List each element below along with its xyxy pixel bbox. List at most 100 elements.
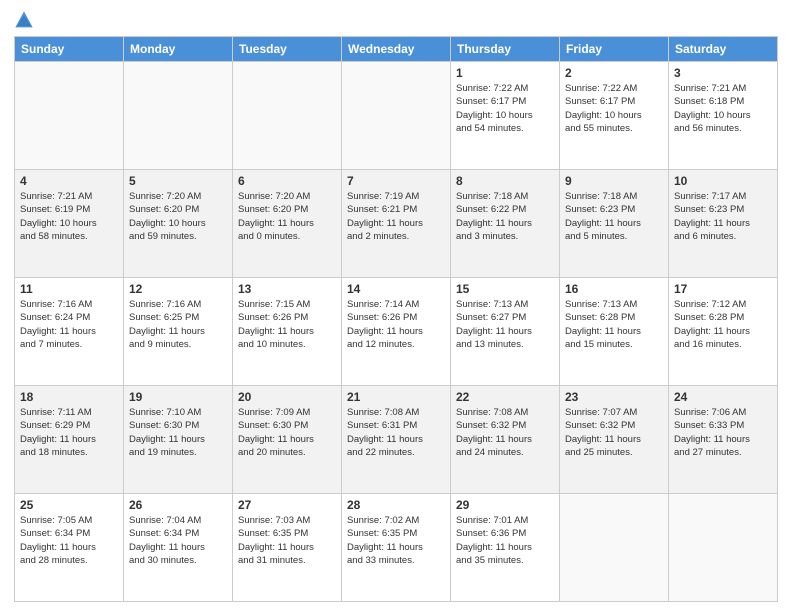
day-info: Sunrise: 7:12 AM Sunset: 6:28 PM Dayligh… xyxy=(674,298,772,351)
calendar-cell xyxy=(124,62,233,170)
calendar-cell: 11 Sunrise: 7:16 AM Sunset: 6:24 PM Dayli… xyxy=(15,278,124,386)
day-info: Sunrise: 7:13 AM Sunset: 6:28 PM Dayligh… xyxy=(565,298,663,351)
day-info: Sunrise: 7:10 AM Sunset: 6:30 PM Dayligh… xyxy=(129,406,227,459)
day-number: 11 xyxy=(20,282,118,296)
col-header-sunday: Sunday xyxy=(15,37,124,62)
day-info: Sunrise: 7:08 AM Sunset: 6:31 PM Dayligh… xyxy=(347,406,445,459)
day-info: Sunrise: 7:05 AM Sunset: 6:34 PM Dayligh… xyxy=(20,514,118,567)
calendar-cell: 2 Sunrise: 7:22 AM Sunset: 6:17 PM Daylig… xyxy=(560,62,669,170)
col-header-wednesday: Wednesday xyxy=(342,37,451,62)
col-header-friday: Friday xyxy=(560,37,669,62)
calendar-cell xyxy=(15,62,124,170)
day-info: Sunrise: 7:20 AM Sunset: 6:20 PM Dayligh… xyxy=(238,190,336,243)
day-number: 25 xyxy=(20,498,118,512)
day-info: Sunrise: 7:16 AM Sunset: 6:24 PM Dayligh… xyxy=(20,298,118,351)
day-info: Sunrise: 7:13 AM Sunset: 6:27 PM Dayligh… xyxy=(456,298,554,351)
day-number: 6 xyxy=(238,174,336,188)
logo-icon xyxy=(14,10,34,30)
calendar-week-row: 4 Sunrise: 7:21 AM Sunset: 6:19 PM Daylig… xyxy=(15,170,778,278)
day-info: Sunrise: 7:18 AM Sunset: 6:22 PM Dayligh… xyxy=(456,190,554,243)
calendar-cell: 4 Sunrise: 7:21 AM Sunset: 6:19 PM Daylig… xyxy=(15,170,124,278)
col-header-thursday: Thursday xyxy=(451,37,560,62)
day-number: 20 xyxy=(238,390,336,404)
calendar-week-row: 18 Sunrise: 7:11 AM Sunset: 6:29 PM Dayli… xyxy=(15,386,778,494)
calendar-cell: 9 Sunrise: 7:18 AM Sunset: 6:23 PM Daylig… xyxy=(560,170,669,278)
day-number: 13 xyxy=(238,282,336,296)
calendar-cell: 20 Sunrise: 7:09 AM Sunset: 6:30 PM Dayli… xyxy=(233,386,342,494)
day-number: 2 xyxy=(565,66,663,80)
calendar-cell: 29Sunrise: 7:01 AM Sunset: 6:36 PM Dayli… xyxy=(451,494,560,602)
calendar-table: SundayMondayTuesdayWednesdayThursdayFrid… xyxy=(14,36,778,602)
day-number: 28 xyxy=(347,498,445,512)
day-number: 23 xyxy=(565,390,663,404)
day-info: Sunrise: 7:22 AM Sunset: 6:17 PM Dayligh… xyxy=(456,82,554,135)
day-info: Sunrise: 7:20 AM Sunset: 6:20 PM Dayligh… xyxy=(129,190,227,243)
calendar-cell: 7 Sunrise: 7:19 AM Sunset: 6:21 PM Daylig… xyxy=(342,170,451,278)
day-number: 1 xyxy=(456,66,554,80)
logo xyxy=(14,10,38,30)
day-info: Sunrise: 7:18 AM Sunset: 6:23 PM Dayligh… xyxy=(565,190,663,243)
calendar-cell: 27 Sunrise: 7:03 AM Sunset: 6:35 PM Dayli… xyxy=(233,494,342,602)
day-number: 24 xyxy=(674,390,772,404)
day-number: 19 xyxy=(129,390,227,404)
day-info: Sunrise: 7:04 AM Sunset: 6:34 PM Dayligh… xyxy=(129,514,227,567)
day-info: Sunrise: 7:07 AM Sunset: 6:32 PM Dayligh… xyxy=(565,406,663,459)
calendar-week-row: 25 Sunrise: 7:05 AM Sunset: 6:34 PM Dayli… xyxy=(15,494,778,602)
day-info: Sunrise: 7:06 AM Sunset: 6:33 PM Dayligh… xyxy=(674,406,772,459)
day-info: Sunrise: 7:15 AM Sunset: 6:26 PM Dayligh… xyxy=(238,298,336,351)
day-number: 10 xyxy=(674,174,772,188)
calendar-cell: 3 Sunrise: 7:21 AM Sunset: 6:18 PM Daylig… xyxy=(669,62,778,170)
page-header xyxy=(14,10,778,30)
day-number: 4 xyxy=(20,174,118,188)
day-number: 3 xyxy=(674,66,772,80)
day-number: 15 xyxy=(456,282,554,296)
day-number: 16 xyxy=(565,282,663,296)
day-number: 27 xyxy=(238,498,336,512)
calendar-cell: 24 Sunrise: 7:06 AM Sunset: 6:33 PM Dayli… xyxy=(669,386,778,494)
day-number: 14 xyxy=(347,282,445,296)
calendar-cell: 19 Sunrise: 7:10 AM Sunset: 6:30 PM Dayli… xyxy=(124,386,233,494)
day-number: 5 xyxy=(129,174,227,188)
day-info: Sunrise: 7:11 AM Sunset: 6:29 PM Dayligh… xyxy=(20,406,118,459)
calendar-cell xyxy=(560,494,669,602)
calendar-cell: 10 Sunrise: 7:17 AM Sunset: 6:23 PM Dayli… xyxy=(669,170,778,278)
calendar-cell: 8 Sunrise: 7:18 AM Sunset: 6:22 PM Daylig… xyxy=(451,170,560,278)
day-number: 17 xyxy=(674,282,772,296)
calendar-cell: 17 Sunrise: 7:12 AM Sunset: 6:28 PM Dayli… xyxy=(669,278,778,386)
calendar-cell: 5 Sunrise: 7:20 AM Sunset: 6:20 PM Daylig… xyxy=(124,170,233,278)
col-header-monday: Monday xyxy=(124,37,233,62)
day-number: 29 xyxy=(456,498,554,512)
calendar-cell: 6 Sunrise: 7:20 AM Sunset: 6:20 PM Daylig… xyxy=(233,170,342,278)
day-info: Sunrise: 7:21 AM Sunset: 6:18 PM Dayligh… xyxy=(674,82,772,135)
calendar-cell: 12Sunrise: 7:16 AM Sunset: 6:25 PM Dayli… xyxy=(124,278,233,386)
calendar-cell xyxy=(233,62,342,170)
calendar-cell: 18 Sunrise: 7:11 AM Sunset: 6:29 PM Dayli… xyxy=(15,386,124,494)
calendar-cell: 1 Sunrise: 7:22 AM Sunset: 6:17 PM Daylig… xyxy=(451,62,560,170)
col-header-saturday: Saturday xyxy=(669,37,778,62)
day-number: 26 xyxy=(129,498,227,512)
day-info: Sunrise: 7:02 AM Sunset: 6:35 PM Dayligh… xyxy=(347,514,445,567)
day-info: Sunrise: 7:21 AM Sunset: 6:19 PM Dayligh… xyxy=(20,190,118,243)
day-info: Sunrise: 7:03 AM Sunset: 6:35 PM Dayligh… xyxy=(238,514,336,567)
day-info: Sunrise: 7:22 AM Sunset: 6:17 PM Dayligh… xyxy=(565,82,663,135)
day-number: 18 xyxy=(20,390,118,404)
day-info: Sunrise: 7:19 AM Sunset: 6:21 PM Dayligh… xyxy=(347,190,445,243)
calendar-header-row: SundayMondayTuesdayWednesdayThursdayFrid… xyxy=(15,37,778,62)
col-header-tuesday: Tuesday xyxy=(233,37,342,62)
day-number: 9 xyxy=(565,174,663,188)
day-number: 7 xyxy=(347,174,445,188)
day-info: Sunrise: 7:17 AM Sunset: 6:23 PM Dayligh… xyxy=(674,190,772,243)
calendar-cell xyxy=(342,62,451,170)
day-info: Sunrise: 7:14 AM Sunset: 6:26 PM Dayligh… xyxy=(347,298,445,351)
day-number: 21 xyxy=(347,390,445,404)
day-info: Sunrise: 7:08 AM Sunset: 6:32 PM Dayligh… xyxy=(456,406,554,459)
calendar-week-row: 1 Sunrise: 7:22 AM Sunset: 6:17 PM Daylig… xyxy=(15,62,778,170)
day-number: 8 xyxy=(456,174,554,188)
calendar-week-row: 11 Sunrise: 7:16 AM Sunset: 6:24 PM Dayli… xyxy=(15,278,778,386)
calendar-cell: 16 Sunrise: 7:13 AM Sunset: 6:28 PM Dayli… xyxy=(560,278,669,386)
day-number: 12 xyxy=(129,282,227,296)
calendar-cell: 23 Sunrise: 7:07 AM Sunset: 6:32 PM Dayli… xyxy=(560,386,669,494)
calendar-cell: 26 Sunrise: 7:04 AM Sunset: 6:34 PM Dayli… xyxy=(124,494,233,602)
calendar-cell: 28 Sunrise: 7:02 AM Sunset: 6:35 PM Dayli… xyxy=(342,494,451,602)
day-info: Sunrise: 7:09 AM Sunset: 6:30 PM Dayligh… xyxy=(238,406,336,459)
